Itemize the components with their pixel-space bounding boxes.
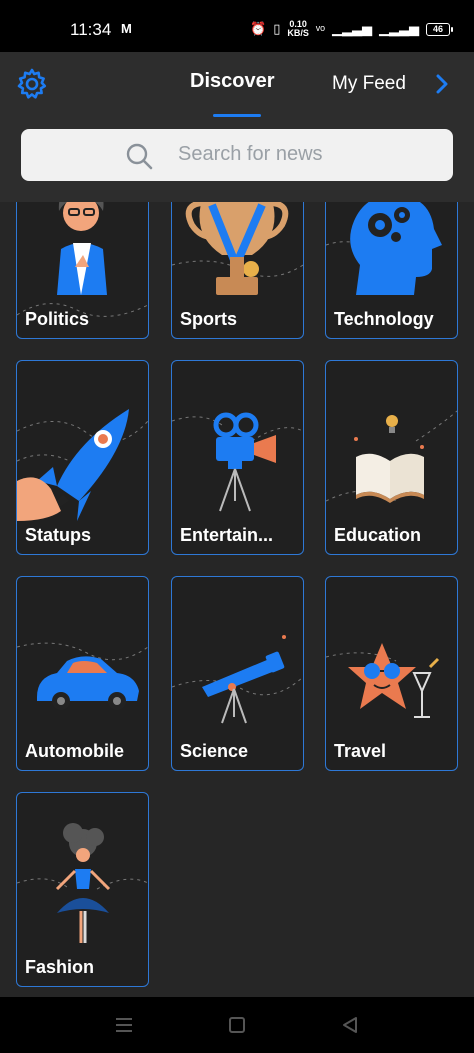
category-label: Politics (25, 309, 90, 329)
active-tab-indicator (213, 114, 261, 117)
category-label: Fashion (25, 957, 95, 977)
search-bar[interactable]: Search for news (21, 129, 453, 181)
settings-gear-icon[interactable] (16, 68, 48, 100)
category-card-entertainment[interactable]: Entertain... (171, 360, 304, 555)
category-card-technology[interactable]: Technology (325, 202, 458, 339)
category-label: Technology (334, 309, 434, 329)
app-header: Discover My Feed Search for news (0, 52, 474, 202)
category-label: Travel (334, 741, 387, 761)
status-time: 11:34 (70, 20, 112, 39)
volte-icon: ᵛᵒ (315, 21, 325, 37)
alarm-icon: ⏰ (250, 21, 267, 36)
home-square-icon[interactable] (225, 1013, 249, 1037)
category-label: Automobile (25, 741, 124, 761)
signal-icon: ▁▂▃▅ (332, 21, 372, 36)
search-input[interactable]: Search for news (178, 143, 323, 166)
category-card-automobile[interactable]: Automobile (16, 576, 149, 771)
category-card-politics[interactable]: Politics (16, 202, 149, 339)
category-card-fashion[interactable]: Fashion (16, 792, 149, 987)
category-label: Sports (180, 309, 238, 329)
search-icon (126, 143, 153, 170)
battery-icon: 46 (426, 22, 453, 36)
category-grid: Politics Sports Technology Statups Enter… (0, 202, 474, 997)
category-card-sports[interactable]: Sports (171, 202, 304, 339)
category-label: Science (180, 741, 249, 761)
status-icons: ⏰ ▯ 0.10 KB/S ᵛᵒ ▁▂▃▅ ▁▂▃▅ 46 (250, 19, 453, 38)
category-label: Statups (25, 525, 92, 545)
chevron-right-icon[interactable] (434, 74, 450, 94)
category-card-statups[interactable]: Statups (16, 360, 149, 555)
vibrate-icon: ▯ (273, 21, 281, 36)
category-label: Education (334, 525, 422, 545)
category-card-education[interactable]: Education (325, 360, 458, 555)
mail-icon: M (121, 21, 132, 36)
status-bar: 11:34 M ⏰ ▯ 0.10 KB/S ᵛᵒ ▁▂▃▅ ▁▂▃▅ 46 (0, 0, 474, 52)
network-speed: 0.10 KB/S (287, 19, 309, 38)
category-card-travel[interactable]: Travel (325, 576, 458, 771)
menu-icon[interactable] (112, 1013, 136, 1037)
category-card-science[interactable]: Science (171, 576, 304, 771)
tab-my-feed[interactable]: My Feed (332, 73, 406, 95)
signal-icon-2: ▁▂▃▅ (379, 21, 419, 36)
tab-discover[interactable]: Discover (190, 70, 275, 93)
back-triangle-icon[interactable] (338, 1013, 362, 1037)
category-label: Entertain... (180, 525, 274, 545)
system-nav-bar (0, 997, 474, 1053)
